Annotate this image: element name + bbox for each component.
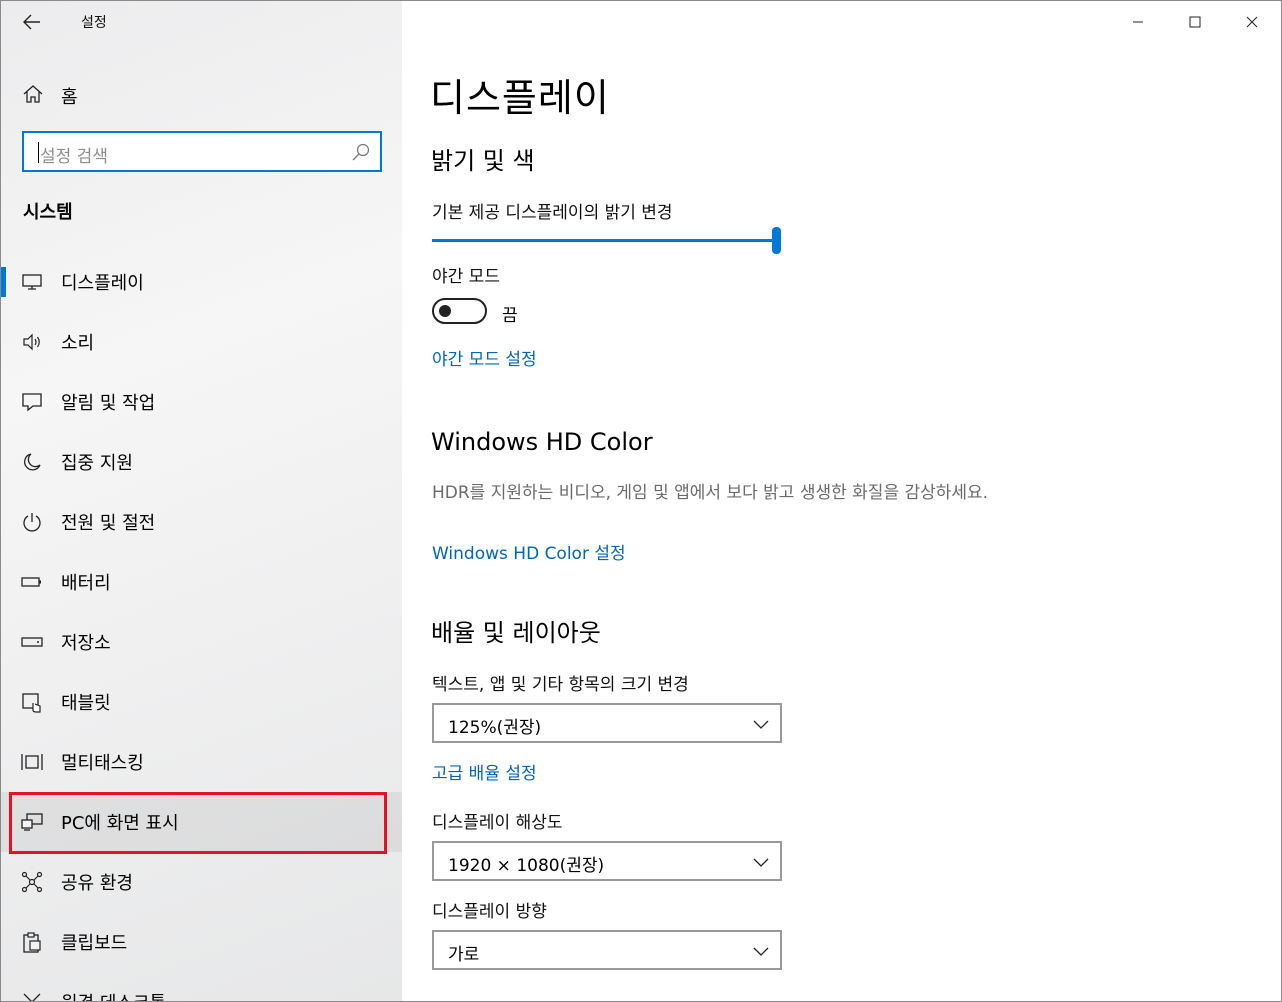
sidebar-nav: 디스플레이 소리 알림 및 작업 집중 지원 전원 및 절전 배터리 저장소 태… [1,252,402,1001]
sidebar-item-sound[interactable]: 소리 [1,312,402,372]
night-mode-label: 야간 모드 [432,267,500,287]
sidebar: 설정 홈 설정 검색 시스템 디스플레이 소리 알림 및 작업 집중 지원 전원… [1,1,402,1001]
sidebar-item-label: 공유 환경 [61,873,133,894]
scale-section-heading: 배율 및 레이아웃 [431,619,601,647]
monitor-icon [22,274,42,290]
sidebar-item-label: 저장소 [61,633,111,654]
resolution-value: 1920 × 1080(권장) [448,856,605,876]
sidebar-item-label: 멀티태스킹 [61,753,144,774]
app-title: 설정 [81,15,107,31]
scale-dropdown[interactable]: 125%(권장) [432,703,782,743]
settings-window: 설정 홈 설정 검색 시스템 디스플레이 소리 알림 및 작업 집중 지원 전원… [0,0,1282,1002]
multitasking-icon [21,754,43,770]
scale-value: 125%(권장) [448,718,542,738]
sidebar-item-label: 알림 및 작업 [61,393,156,414]
minimize-button[interactable] [1123,9,1153,35]
sidebar-item-clipboard[interactable]: 클립보드 [1,912,402,972]
back-arrow-icon [23,14,40,30]
speaker-icon [23,333,40,351]
brightness-section-heading: 밝기 및 색 [431,147,535,175]
resolution-label: 디스플레이 해상도 [432,813,563,833]
back-button[interactable] [15,7,49,37]
home-nav[interactable]: 홈 [1,75,402,113]
home-icon [23,85,43,103]
share-icon [21,871,43,893]
advanced-scaling-link[interactable]: 고급 배율 설정 [432,759,537,784]
section-title: 시스템 [23,202,73,223]
sidebar-item-tablet[interactable]: 태블릿 [1,672,402,732]
sidebar-item-multitasking[interactable]: 멀티태스킹 [1,732,402,792]
clipboard-icon [23,932,41,953]
brightness-label: 기본 제공 디스플레이의 밝기 변경 [432,203,673,223]
battery-icon [21,577,41,587]
sidebar-item-battery[interactable]: 배터리 [1,552,402,612]
scale-label: 텍스트, 앱 및 기타 항목의 크기 변경 [432,675,689,695]
hdr-settings-link[interactable]: Windows HD Color 설정 [432,539,626,564]
power-icon [23,513,41,532]
search-input[interactable]: 설정 검색 [22,131,382,172]
page-title: 디스플레이 [430,76,610,120]
sidebar-item-label: 태블릿 [61,693,111,714]
sidebar-item-storage[interactable]: 저장소 [1,612,402,672]
sidebar-item-shared-experiences[interactable]: 공유 환경 [1,852,402,912]
hdr-section-heading: Windows HD Color [431,428,653,456]
maximize-button[interactable] [1180,9,1210,35]
remote-desktop-icon [23,993,41,1001]
main-content: 디스플레이 밝기 및 색 기본 제공 디스플레이의 밝기 변경 야간 모드 끔 … [402,1,1281,1001]
night-mode-settings-link[interactable]: 야간 모드 설정 [432,345,537,370]
sidebar-item-label: 배터리 [61,573,111,594]
sidebar-item-label: 원격 데스크톱 [61,989,166,1001]
sidebar-item-label: 클립보드 [61,933,128,954]
home-label: 홈 [61,87,78,108]
resolution-dropdown[interactable]: 1920 × 1080(권장) [432,841,782,881]
slider-thumb[interactable] [772,227,781,254]
toggle-knob [439,305,451,317]
hdr-description: HDR를 지원하는 비디오, 게임 및 앱에서 보다 밝고 생생한 화질을 감상… [432,483,989,503]
notification-icon [22,393,42,412]
sidebar-item-focus-assist[interactable]: 집중 지원 [1,432,402,492]
sidebar-item-label: 디스플레이 [61,273,144,294]
text-caret [38,142,39,163]
tablet-icon [22,693,41,713]
sidebar-item-label: 전원 및 절전 [61,513,156,534]
orientation-value: 가로 [448,945,480,965]
moon-icon [24,453,41,471]
sidebar-item-label: 집중 지원 [61,453,133,474]
chevron-down-icon [753,858,769,867]
minimize-icon [1133,21,1143,23]
night-mode-state: 끔 [502,306,518,326]
search-placeholder: 설정 검색 [40,147,108,167]
maximize-icon [1189,16,1201,28]
sidebar-item-remote-desktop[interactable]: 원격 데스크톱 [1,972,402,1001]
chevron-down-icon [753,947,769,956]
slider-track [432,239,777,242]
orientation-label: 디스플레이 방향 [432,902,547,922]
sidebar-item-notifications[interactable]: 알림 및 작업 [1,372,402,432]
chevron-down-icon [753,720,769,729]
sidebar-item-label: 소리 [61,333,95,354]
search-icon [352,143,370,161]
close-icon [1246,16,1258,28]
storage-icon [21,637,43,647]
close-button[interactable] [1237,9,1267,35]
orientation-dropdown[interactable]: 가로 [432,930,782,970]
night-mode-toggle[interactable] [432,298,487,324]
sidebar-item-display[interactable]: 디스플레이 [1,252,402,312]
sidebar-item-power[interactable]: 전원 및 절전 [1,492,402,552]
highlight-annotation [9,792,387,854]
